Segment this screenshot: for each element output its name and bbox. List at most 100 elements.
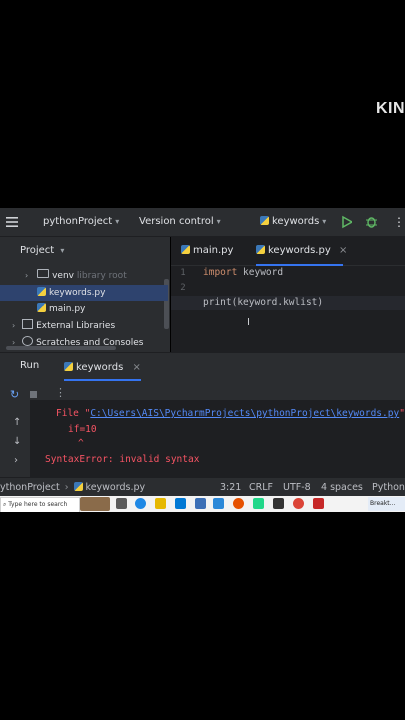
output-text: File ": [56, 408, 91, 419]
taskbar-app-label: Breakt...: [370, 500, 396, 507]
chevron-right-icon[interactable]: ›: [14, 455, 18, 466]
code-text: (keyword.kwlist): [231, 297, 324, 308]
tree-item-label: keywords.py: [49, 288, 106, 298]
taskbar-weather-icon[interactable]: [80, 497, 110, 511]
run-tab-label: keywords: [76, 362, 124, 373]
breadcrumb[interactable]: ythonProject › keywords.py: [0, 478, 145, 497]
caret-position[interactable]: 3:21: [220, 478, 241, 497]
chevron-down-icon: ▾: [115, 217, 120, 226]
chevron-right-icon: ›: [12, 321, 16, 330]
arrow-down-icon[interactable]: ↓: [13, 436, 21, 447]
breadcrumb-file: keywords.py: [85, 482, 146, 493]
video-letterbox-top: [0, 0, 405, 208]
code-keyword: import: [203, 267, 238, 278]
editor-tab-bar: main.py keywords.py ×: [171, 237, 405, 266]
tree-item-label: venv: [52, 271, 74, 281]
task-view-icon[interactable]: [116, 498, 127, 509]
line-number: 2: [180, 283, 186, 293]
close-icon[interactable]: ×: [132, 362, 140, 373]
python-file-icon: [256, 245, 265, 254]
code-text: keyword: [237, 267, 284, 278]
library-root-hint: library root: [76, 271, 127, 281]
scratches-icon: [22, 336, 34, 346]
run-tab-keywords[interactable]: keywords ×: [64, 357, 141, 381]
tab-main-py[interactable]: main.py: [181, 237, 233, 264]
traceback-file-line: File "C:\Users\AIS\PycharmProjects\pytho…: [56, 408, 405, 419]
more-actions-icon[interactable]: ⋮: [393, 208, 405, 236]
project-panel-title: Project ▾: [20, 245, 65, 256]
file-path-link[interactable]: C:\Users\AIS\PycharmProjects\pythonProje…: [90, 408, 399, 419]
vscode-icon[interactable]: [213, 498, 224, 509]
more-actions-icon[interactable]: ⋮: [55, 386, 66, 399]
file-encoding[interactable]: UTF-8: [283, 478, 311, 497]
close-icon[interactable]: ×: [339, 245, 347, 256]
python-file-icon: [64, 362, 73, 371]
chevron-right-icon: ›: [25, 271, 29, 280]
chrome-icon[interactable]: [293, 498, 304, 509]
app-icon[interactable]: [313, 498, 324, 509]
search-icon: ⌕: [3, 501, 7, 508]
tab-keywords-py[interactable]: keywords.py ×: [256, 237, 347, 266]
status-bar: ythonProject › keywords.py 3:21 CRLF UTF-8…: [0, 477, 405, 497]
file-explorer-icon[interactable]: [155, 498, 166, 509]
traceback-code-line: if=10: [68, 424, 97, 435]
version-control-label: Version control: [139, 216, 214, 227]
run-button[interactable]: [342, 208, 354, 236]
indent-setting[interactable]: 4 spaces: [321, 478, 363, 497]
chevron-down-icon: ▾: [322, 217, 327, 226]
traceback-caret: ^: [78, 438, 84, 449]
taskbar-app-button[interactable]: Breakt...: [368, 497, 405, 511]
project-panel-header[interactable]: Project ▾: [0, 237, 170, 265]
run-configuration-selector[interactable]: keywords ▾: [260, 208, 326, 236]
code-line-1: import keyword: [203, 267, 283, 278]
taskbar-search-box[interactable]: ⌕ Type here to search: [0, 497, 80, 513]
chevron-right-icon: ›: [64, 482, 69, 493]
debug-button[interactable]: [366, 208, 377, 236]
terminal-icon[interactable]: [273, 498, 284, 509]
tree-item-venv[interactable]: › venv library root: [0, 268, 168, 284]
browser-icon[interactable]: [233, 498, 244, 509]
chevron-down-icon: ▾: [216, 217, 221, 226]
main-toolbar: pythonProject ▾ Version control ▾ keywords…: [0, 208, 405, 237]
python-file-icon: [73, 482, 83, 491]
search-placeholder: Type here to search: [8, 501, 68, 508]
output-text: ",: [399, 408, 405, 419]
text-cursor-icon: I: [247, 317, 250, 328]
pycharm-icon[interactable]: [253, 498, 264, 509]
play-icon: [342, 215, 354, 229]
tree-item-external-libraries[interactable]: › External Libraries: [0, 318, 168, 334]
line-separator[interactable]: CRLF: [249, 478, 273, 497]
arrow-up-icon[interactable]: ↑: [13, 417, 21, 428]
version-control-menu[interactable]: Version control ▾: [139, 208, 221, 236]
tree-item-label: External Libraries: [36, 321, 116, 331]
code-line-3: print(keyword.kwlist): [203, 297, 323, 308]
project-name: pythonProject: [43, 216, 113, 227]
project-tree-h-scrollbar[interactable]: [6, 346, 116, 350]
line-number: 1: [180, 268, 186, 278]
breadcrumb-project: ythonProject: [0, 482, 60, 493]
tree-item-main-py[interactable]: main.py: [0, 301, 168, 317]
project-switcher[interactable]: pythonProject ▾: [43, 208, 119, 236]
folder-icon: [37, 269, 50, 278]
python-file-icon: [37, 303, 46, 312]
bug-icon: [366, 217, 377, 228]
python-file-icon: [37, 287, 46, 296]
video-letterbox-bottom: [0, 512, 405, 720]
stop-icon[interactable]: [30, 391, 37, 398]
tree-item-label: main.py: [49, 304, 86, 314]
tab-label: main.py: [193, 245, 234, 256]
run-panel-title: Run: [20, 360, 40, 371]
tree-item-keywords-py[interactable]: keywords.py: [0, 285, 168, 301]
library-icon: [22, 319, 34, 329]
mail-icon[interactable]: [175, 498, 186, 509]
tab-label: keywords.py: [268, 245, 331, 256]
python-interpreter[interactable]: Python: [372, 478, 405, 497]
channel-watermark: KIN: [375, 100, 405, 117]
edge-browser-icon[interactable]: [135, 498, 146, 509]
run-config-label: keywords: [272, 216, 320, 227]
code-function: print: [203, 297, 232, 308]
store-icon[interactable]: [195, 498, 206, 509]
python-file-icon: [260, 216, 269, 225]
python-file-icon: [181, 245, 190, 254]
hamburger-menu-icon[interactable]: [6, 208, 18, 236]
